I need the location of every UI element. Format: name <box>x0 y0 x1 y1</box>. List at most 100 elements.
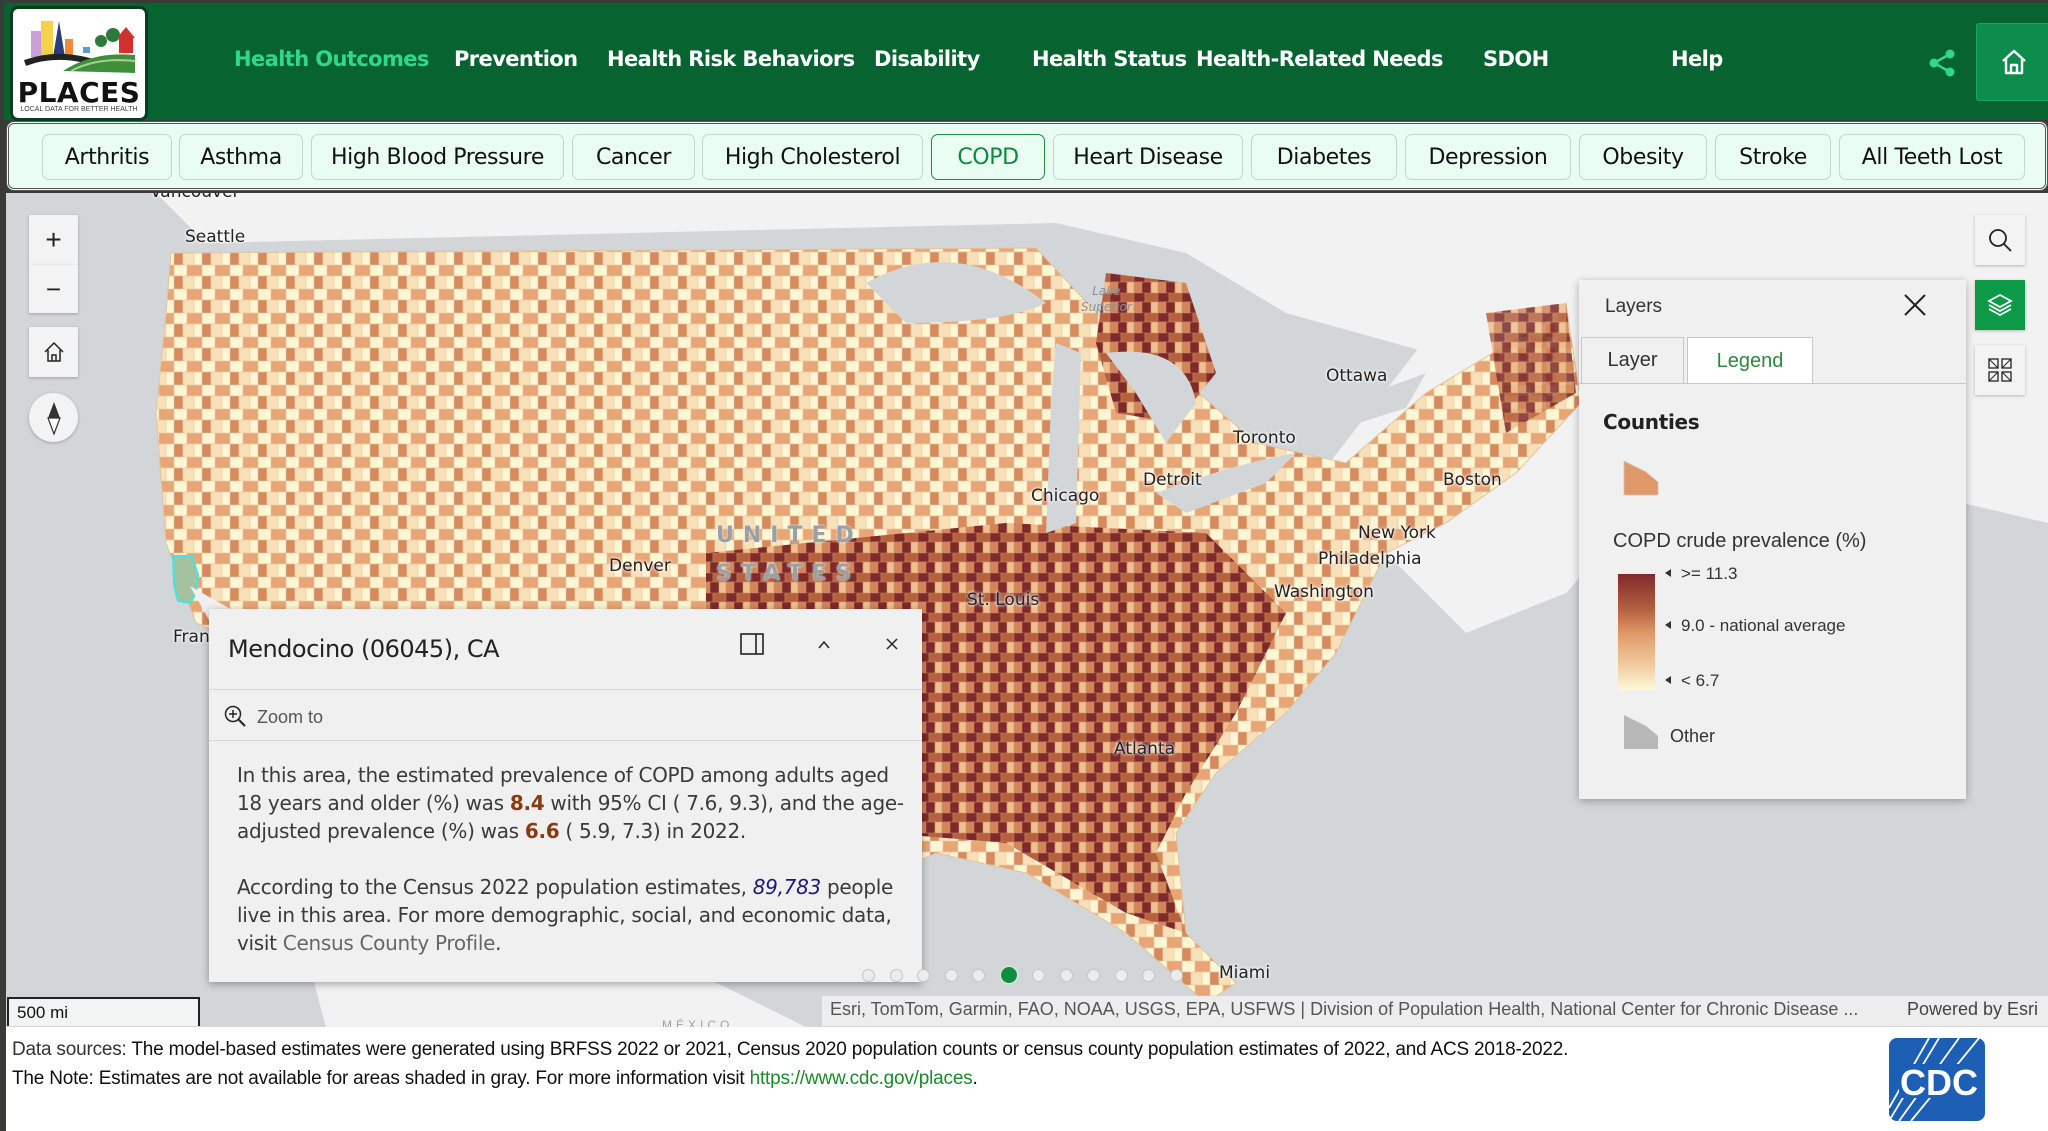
logo-title: PLACES <box>17 76 141 109</box>
nav-disability[interactable]: Disability <box>874 47 980 71</box>
other-symbol-swatch <box>1624 715 1658 749</box>
tab-heart-disease[interactable]: Heart Disease <box>1053 134 1243 180</box>
layers-button[interactable] <box>1975 280 2025 330</box>
map-label-vancouver: Vancouver <box>150 193 240 202</box>
tab-cancer[interactable]: Cancer <box>572 134 695 180</box>
tab-depression[interactable]: Depression <box>1405 134 1571 180</box>
pager-dot[interactable] <box>917 968 930 982</box>
map-label-st-louis: St. Louis <box>967 590 1040 610</box>
tab-stroke[interactable]: Stroke <box>1715 134 1831 180</box>
ramp-label-high: >= 11.3 <box>1665 564 1737 584</box>
tab-arthritis[interactable]: Arthritis <box>42 134 172 180</box>
cdc-logo[interactable]: CDC <box>1889 1038 1985 1121</box>
popup-feature-pager <box>862 966 1183 984</box>
map-label-denver: Denver <box>609 556 671 576</box>
text: . <box>495 931 502 955</box>
zoom-to-label: Zoom to <box>257 706 324 727</box>
home-button[interactable] <box>1976 23 2048 101</box>
map-label-detroit: Detroit <box>1143 470 1202 490</box>
places-logo-graphic <box>23 21 136 73</box>
tab-legend[interactable]: Legend <box>1687 337 1813 384</box>
zoom-to-button[interactable]: Zoom to <box>223 704 323 730</box>
search-button[interactable] <box>1975 215 2025 265</box>
tab-all-teeth-lost[interactable]: All Teeth Lost <box>1839 134 2025 180</box>
layers-icon <box>1987 293 2013 317</box>
compass-icon <box>46 401 61 435</box>
pager-dot[interactable] <box>889 968 903 982</box>
zoom-out-button[interactable]: − <box>29 265 78 313</box>
layers-panel: Layers Layer Legend Counties COPD crude … <box>1579 280 1966 799</box>
lake-label-line2: Superior <box>1081 300 1132 314</box>
pager-dot[interactable] <box>1142 968 1155 982</box>
census-county-profile-link[interactable]: Census County Profile <box>283 931 496 955</box>
pager-dot[interactable] <box>1169 968 1183 982</box>
share-button[interactable] <box>1926 47 1958 79</box>
compass-button[interactable] <box>29 393 78 442</box>
tab-copd[interactable]: COPD <box>931 134 1045 180</box>
pager-dot[interactable] <box>1059 968 1073 982</box>
nav-prevention[interactable]: Prevention <box>454 47 578 71</box>
popup-title: Mendocino (06045), CA <box>228 635 500 663</box>
nav-help[interactable]: Help <box>1671 47 1723 71</box>
default-extent-button[interactable] <box>29 327 78 377</box>
nav-health-outcomes[interactable]: Health Outcomes <box>234 47 429 71</box>
map-attribution[interactable]: Esri, TomTom, Garmin, FAO, NOAA, USGS, E… <box>822 996 2048 1026</box>
nav-health-risk-behaviors[interactable]: Health Risk Behaviors <box>607 47 855 71</box>
measure-tab-bar: Arthritis Asthma High Blood Pressure Can… <box>6 121 2048 191</box>
text: ( 5.9, 7.3) in 2022. <box>559 819 746 843</box>
basemap-gallery-button[interactable] <box>1975 345 2025 395</box>
footer: Data sources: The model-based estimates … <box>6 1027 2048 1131</box>
map-label-seattle: Seattle <box>185 227 246 247</box>
dock-icon <box>740 633 764 655</box>
pager-dot[interactable] <box>1032 968 1045 982</box>
popup-divider <box>209 740 922 741</box>
popup-close-button[interactable] <box>884 636 900 657</box>
map-label-atlanta: Atlanta <box>1114 739 1175 759</box>
layers-close-button[interactable] <box>1902 292 1928 323</box>
close-icon <box>886 638 898 650</box>
nav-health-related-needs[interactable]: Health-Related Needs <box>1196 47 1444 71</box>
close-icon <box>1904 294 1926 316</box>
search-icon <box>1989 229 2012 252</box>
map-label-states: STATES <box>716 561 861 586</box>
lake-label-line1: Lake <box>1092 284 1121 298</box>
age-adjusted-value: 6.6 <box>524 819 560 843</box>
layers-panel-title: Layers <box>1605 296 1663 317</box>
logo-subtitle: LOCAL DATA FOR BETTER HEALTH <box>20 106 138 113</box>
tab-high-blood-pressure[interactable]: High Blood Pressure <box>311 134 564 180</box>
pager-dot[interactable] <box>944 968 958 982</box>
footer-text: Data sources: The model-based estimates … <box>12 1035 1602 1093</box>
collapse-button[interactable] <box>816 638 832 656</box>
nav-sdoh[interactable]: SDOH <box>1483 47 1549 71</box>
data-sources-label: Data sources: <box>12 1039 127 1060</box>
map-label-new-york: New York <box>1358 523 1436 543</box>
tab-asthma[interactable]: Asthma <box>179 134 303 180</box>
tab-layer[interactable]: Layer <box>1581 337 1684 383</box>
map-label-toronto: Toronto <box>1233 428 1296 448</box>
tab-obesity[interactable]: Obesity <box>1579 134 1707 180</box>
dock-button[interactable] <box>740 633 764 660</box>
zoom-in-magnifier-icon <box>224 705 246 727</box>
pager-dot[interactable] <box>862 968 875 982</box>
pager-dot[interactable] <box>999 966 1018 984</box>
pager-dot[interactable] <box>1114 968 1128 982</box>
tab-diabetes[interactable]: Diabetes <box>1251 134 1397 180</box>
note-end: . <box>972 1068 978 1089</box>
app-frame: PLACES LOCAL DATA FOR BETTER HEALTH Heal… <box>0 0 2048 1131</box>
data-sources-text: The model-based estimates were generated… <box>126 1039 1569 1060</box>
map-label-washington: Washington <box>1274 582 1374 602</box>
places-link[interactable]: https://www.cdc.gov/places <box>750 1068 973 1089</box>
places-logo[interactable]: PLACES LOCAL DATA FOR BETTER HEALTH <box>10 6 148 121</box>
zoom-in-button[interactable]: + <box>29 215 78 265</box>
home-icon <box>2002 49 2026 75</box>
tab-high-cholesterol[interactable]: High Cholesterol <box>702 134 923 180</box>
footer-note: The Note: Estimates are not available fo… <box>12 1064 1602 1093</box>
map-label-lake-superior: Lake Superior <box>1081 283 1132 315</box>
pager-dot[interactable] <box>1087 968 1100 982</box>
nav-health-status[interactable]: Health Status <box>1032 47 1187 71</box>
attribution-text: Esri, TomTom, Garmin, FAO, NOAA, USGS, E… <box>830 999 1859 1019</box>
powered-by-esri[interactable]: Powered by Esri <box>1907 999 2038 1020</box>
pager-dot[interactable] <box>972 968 985 982</box>
tab-divider <box>1579 383 1966 384</box>
text: According to the Census 2022 population … <box>237 875 753 899</box>
